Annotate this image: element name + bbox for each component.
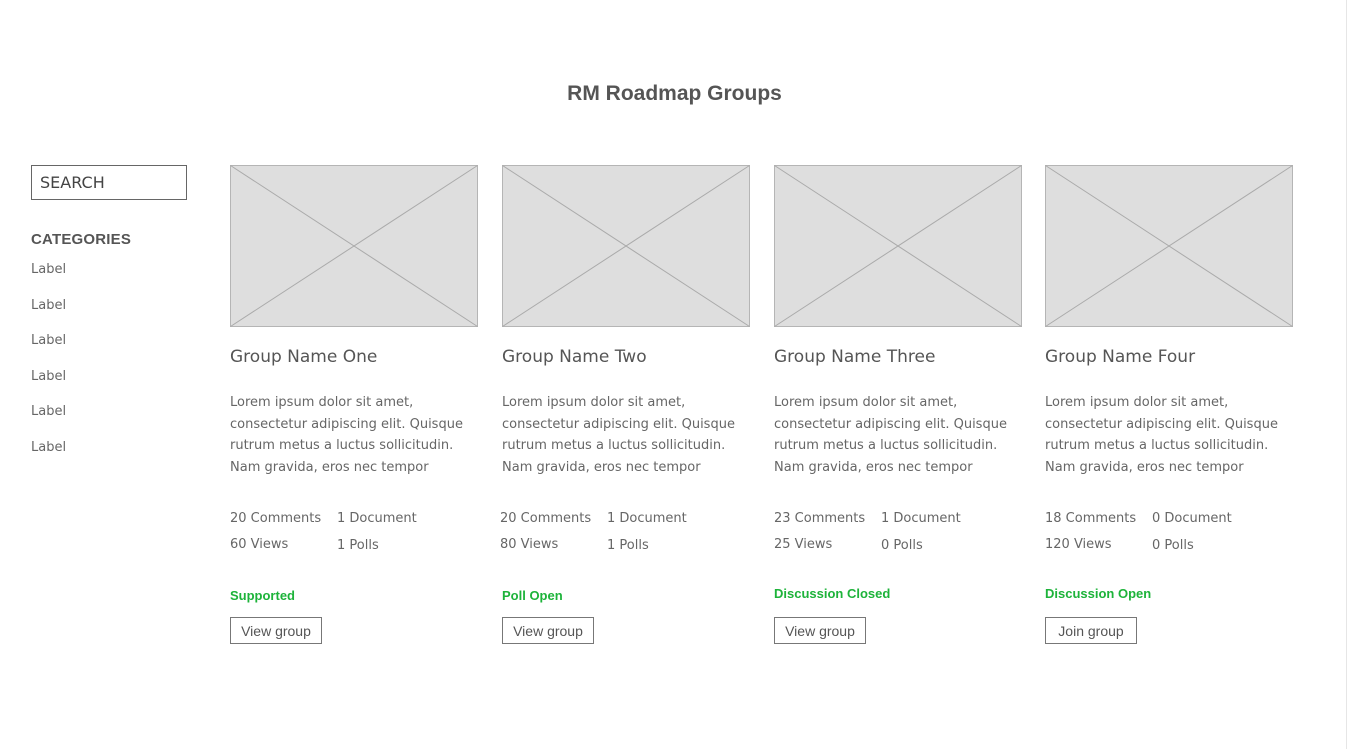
category-item-2[interactable]: Label (31, 298, 191, 334)
category-item-5[interactable]: Label (31, 404, 191, 440)
category-list: Label Label Label Label Label Label (31, 262, 191, 475)
status-label: Discussion Open (1045, 586, 1152, 601)
view-group-button[interactable]: View group (230, 617, 322, 644)
documents-count: 1 Document (881, 511, 961, 526)
group-name[interactable]: Group Name Three (774, 347, 1022, 369)
documents-count: 1 Document (607, 511, 687, 526)
views-count: 25 Views (774, 537, 833, 552)
polls-count: 1 Polls (337, 538, 379, 553)
search-input[interactable] (31, 165, 187, 200)
category-item-3[interactable]: Label (31, 333, 191, 369)
group-card-two: Group Name Two Lorem ipsum dolor sit ame… (500, 165, 750, 644)
category-item-6[interactable]: Label (31, 440, 191, 476)
status-label: Supported (230, 588, 295, 603)
group-card-three: Group Name Three Lorem ipsum dolor sit a… (774, 165, 1022, 644)
status-label: Discussion Closed (774, 586, 891, 601)
categories-heading: CATEGORIES (31, 231, 132, 248)
page: RM Roadmap Groups CATEGORIES Label Label… (0, 0, 1355, 749)
image-placeholder-icon (230, 165, 478, 327)
image-placeholder-icon (1045, 165, 1293, 327)
views-count: 60 Views (230, 537, 289, 552)
views-count: 80 Views (500, 537, 559, 552)
status-label: Poll Open (502, 588, 563, 603)
polls-count: 0 Polls (1152, 538, 1194, 553)
category-item-1[interactable]: Label (31, 262, 191, 298)
polls-count: 1 Polls (607, 538, 649, 553)
sidebar: CATEGORIES Label Label Label Label Label… (31, 165, 191, 475)
comments-count: 18 Comments (1045, 511, 1137, 526)
views-count: 120 Views (1045, 537, 1112, 552)
category-item-4[interactable]: Label (31, 369, 191, 405)
group-card-one: Group Name One Lorem ipsum dolor sit ame… (230, 165, 478, 644)
group-name[interactable]: Group Name Two (502, 347, 750, 369)
group-description: Lorem ipsum dolor sit amet, consectetur … (1045, 395, 1278, 475)
documents-count: 0 Document (1152, 511, 1232, 526)
group-description: Lorem ipsum dolor sit amet, consectetur … (230, 395, 463, 475)
view-group-button[interactable]: View group (502, 617, 594, 644)
page-right-border (1346, 0, 1347, 749)
group-description: Lorem ipsum dolor sit amet, consectetur … (502, 395, 735, 475)
documents-count: 1 Document (337, 511, 417, 526)
join-group-button[interactable]: Join group (1045, 617, 1137, 644)
group-name[interactable]: Group Name Four (1045, 347, 1293, 369)
group-name[interactable]: Group Name One (230, 347, 478, 369)
view-group-button[interactable]: View group (774, 617, 866, 644)
comments-count: 20 Comments (500, 511, 592, 526)
comments-count: 23 Comments (774, 511, 866, 526)
comments-count: 20 Comments (230, 511, 322, 526)
page-title: RM Roadmap Groups (567, 82, 782, 105)
image-placeholder-icon (774, 165, 1022, 327)
polls-count: 0 Polls (881, 538, 923, 553)
group-card-four: Group Name Four Lorem ipsum dolor sit am… (1045, 165, 1293, 644)
group-description: Lorem ipsum dolor sit amet, consectetur … (774, 395, 1007, 475)
image-placeholder-icon (502, 165, 750, 327)
